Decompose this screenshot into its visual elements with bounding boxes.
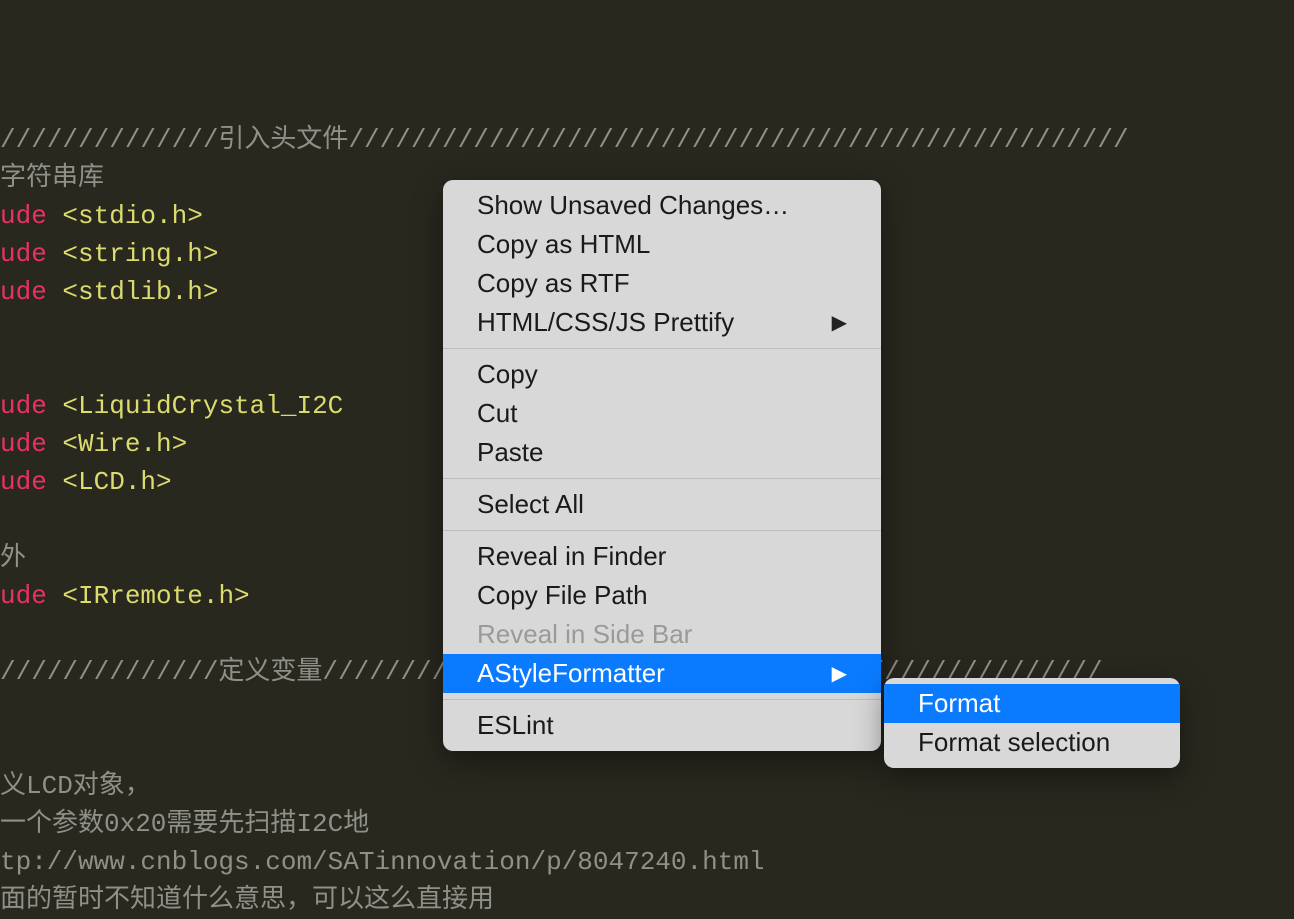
- submenu-item-format-selection[interactable]: Format selection: [884, 723, 1180, 762]
- comment-line: 面的暂时不知道什么意思，可以这么直接用: [0, 885, 494, 915]
- menu-item-prettify[interactable]: HTML/CSS/JS Prettify ▶: [443, 303, 881, 342]
- menu-item-label: Reveal in Side Bar: [477, 619, 692, 650]
- menu-item-label: Reveal in Finder: [477, 541, 666, 572]
- menu-item-astyleformatter[interactable]: AStyleFormatter ▶: [443, 654, 881, 693]
- menu-item-copy-file-path[interactable]: Copy File Path: [443, 576, 881, 615]
- menu-separator: [443, 478, 881, 479]
- menu-item-label: Copy as HTML: [477, 229, 650, 260]
- menu-separator: [443, 699, 881, 700]
- menu-item-label: AStyleFormatter: [477, 658, 665, 689]
- menu-separator: [443, 348, 881, 349]
- directive: ude: [0, 581, 47, 611]
- comment-line: //////////////引入头文件/////////////////////…: [0, 125, 1129, 155]
- menu-item-label: Format selection: [918, 727, 1110, 758]
- submenu: Format Format selection: [884, 678, 1180, 768]
- menu-item-label: ESLint: [477, 710, 554, 741]
- directive: ude: [0, 391, 47, 421]
- context-menu: Show Unsaved Changes… Copy as HTML Copy …: [443, 180, 881, 751]
- menu-item-label: Copy: [477, 359, 538, 390]
- directive: ude: [0, 429, 47, 459]
- menu-item-label: Cut: [477, 398, 517, 429]
- directive: ude: [0, 277, 47, 307]
- directive: ude: [0, 201, 47, 231]
- menu-item-copy-rtf[interactable]: Copy as RTF: [443, 264, 881, 303]
- menu-item-reveal-sidebar: Reveal in Side Bar: [443, 615, 881, 654]
- menu-item-cut[interactable]: Cut: [443, 394, 881, 433]
- menu-item-label: HTML/CSS/JS Prettify: [477, 307, 734, 338]
- include-header: <string.h>: [62, 239, 218, 269]
- directive: ude: [0, 467, 47, 497]
- comment-line: 一个参数0x20需要先扫描I2C地: [0, 809, 369, 839]
- menu-item-paste[interactable]: Paste: [443, 433, 881, 472]
- include-header: <Wire.h>: [62, 429, 187, 459]
- menu-item-label: Format: [918, 688, 1000, 719]
- comment-line: tp://www.cnblogs.com/SATinnovation/p/804…: [0, 847, 765, 877]
- menu-item-label: Copy as RTF: [477, 268, 630, 299]
- include-header: <stdlib.h>: [62, 277, 218, 307]
- menu-item-eslint[interactable]: ESLint: [443, 706, 881, 745]
- submenu-item-format[interactable]: Format: [884, 684, 1180, 723]
- menu-separator: [443, 530, 881, 531]
- menu-item-show-unsaved[interactable]: Show Unsaved Changes…: [443, 186, 881, 225]
- submenu-arrow-icon: ▶: [832, 661, 847, 686]
- submenu-arrow-icon: ▶: [832, 310, 847, 335]
- menu-item-label: Show Unsaved Changes…: [477, 190, 789, 221]
- include-header: <stdio.h>: [62, 201, 202, 231]
- menu-item-copy-html[interactable]: Copy as HTML: [443, 225, 881, 264]
- menu-item-reveal-finder[interactable]: Reveal in Finder: [443, 537, 881, 576]
- menu-item-copy[interactable]: Copy: [443, 355, 881, 394]
- include-header: <LCD.h>: [62, 467, 171, 497]
- menu-item-label: Copy File Path: [477, 580, 648, 611]
- comment-line: 外: [0, 543, 26, 573]
- comment-line: 字符串库: [0, 163, 104, 193]
- comment-line: 义LCD对象，: [0, 771, 151, 801]
- menu-item-select-all[interactable]: Select All: [443, 485, 881, 524]
- menu-item-label: Select All: [477, 489, 584, 520]
- include-header: <LiquidCrystal_I2C: [62, 391, 343, 421]
- include-header: <IRremote.h>: [62, 581, 249, 611]
- directive: ude: [0, 239, 47, 269]
- menu-item-label: Paste: [477, 437, 544, 468]
